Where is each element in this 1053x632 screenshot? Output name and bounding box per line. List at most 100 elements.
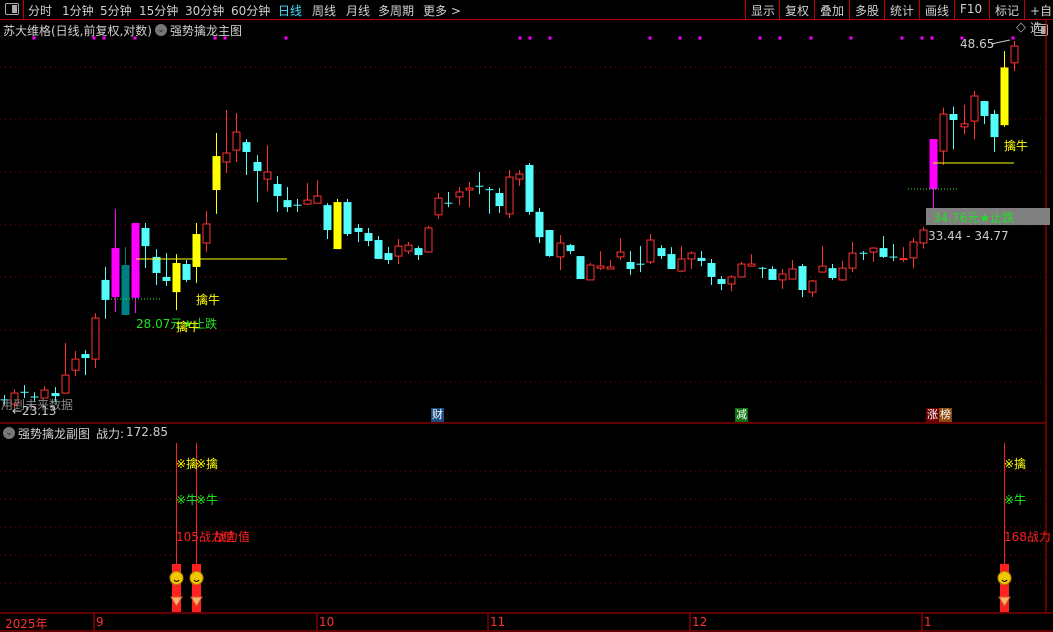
candle-body bbox=[889, 256, 898, 258]
signal-dot bbox=[32, 36, 36, 40]
candle-body bbox=[81, 354, 90, 359]
candle-body bbox=[707, 263, 716, 277]
candle-body bbox=[626, 261, 635, 269]
signal-dot bbox=[518, 36, 522, 40]
candle-body bbox=[20, 391, 29, 393]
candle-body bbox=[343, 202, 352, 235]
qin-signal-3: ※擒 bbox=[1004, 457, 1027, 471]
smiley-icon bbox=[189, 571, 204, 585]
candle-body bbox=[970, 95, 979, 122]
signal-dot bbox=[223, 36, 227, 40]
stop-fall-label-2: 34.76元★止跌 bbox=[933, 211, 1015, 225]
signal-dot bbox=[809, 36, 813, 40]
candle-body bbox=[162, 276, 171, 281]
candle-body bbox=[414, 248, 423, 256]
candle-body bbox=[687, 252, 696, 260]
candle-body bbox=[646, 239, 655, 263]
candle-body bbox=[91, 317, 100, 360]
candle-body bbox=[404, 244, 413, 252]
month-label-1: 1 bbox=[924, 615, 932, 629]
candle-body bbox=[798, 266, 807, 290]
event-badge-limit-up[interactable]: 涨 bbox=[926, 408, 939, 422]
month-label-9: 9 bbox=[96, 615, 104, 629]
candle-body bbox=[495, 193, 504, 207]
candle-body bbox=[61, 374, 70, 394]
smiley-icon bbox=[169, 571, 184, 585]
candle-body bbox=[515, 173, 524, 180]
sub-indicator-name[interactable]: 强势擒龙副图 bbox=[18, 425, 90, 442]
candle-body bbox=[919, 229, 928, 244]
candle-body bbox=[71, 358, 80, 371]
niu-signal-3: ※牛 bbox=[1004, 493, 1027, 507]
signal-dot bbox=[900, 36, 904, 40]
candle-body bbox=[980, 101, 989, 116]
candle-body bbox=[697, 257, 706, 261]
candle-body bbox=[323, 205, 332, 231]
qin-signal-2: ※擒 bbox=[196, 457, 219, 471]
candle-body bbox=[949, 114, 958, 121]
candle-body bbox=[455, 191, 464, 198]
smiley-icon bbox=[997, 571, 1012, 585]
candle-body bbox=[576, 256, 585, 280]
candle-body bbox=[535, 211, 544, 238]
signal-dot bbox=[213, 36, 217, 40]
candle-body bbox=[232, 131, 241, 151]
candle-body bbox=[283, 200, 292, 208]
signal-dot bbox=[930, 36, 934, 40]
candle-body bbox=[667, 254, 676, 269]
candle-body bbox=[960, 123, 969, 128]
candle-body bbox=[909, 241, 918, 259]
candle-body bbox=[434, 197, 443, 216]
candle-body bbox=[990, 114, 999, 138]
signal-dot bbox=[1011, 36, 1015, 40]
signal-dot bbox=[528, 36, 532, 40]
candle-body bbox=[788, 268, 797, 280]
power-label: 战力: bbox=[96, 427, 125, 441]
power-text-3: 168战力 bbox=[1004, 530, 1051, 544]
candle-body bbox=[606, 266, 615, 270]
signal-dot bbox=[778, 36, 782, 40]
signal-dot bbox=[92, 36, 96, 40]
candle-body bbox=[717, 279, 726, 284]
candle-body bbox=[758, 267, 767, 269]
candle-body bbox=[505, 176, 514, 215]
candle-body bbox=[364, 233, 373, 242]
candle-body bbox=[677, 258, 686, 272]
candle-body bbox=[212, 156, 221, 191]
sub-indicator-dropdown-icon[interactable]: ⌄ bbox=[3, 427, 15, 439]
candle-body bbox=[313, 195, 322, 204]
candle-body bbox=[1000, 67, 1009, 126]
candle-body bbox=[778, 273, 787, 281]
candle-body bbox=[141, 227, 150, 247]
candle-body bbox=[384, 253, 393, 260]
candle-body bbox=[818, 265, 827, 273]
candle-body bbox=[354, 227, 363, 232]
candle-body bbox=[424, 227, 433, 253]
candle-body bbox=[374, 240, 383, 259]
candle-body bbox=[394, 245, 403, 257]
candle-body bbox=[929, 139, 938, 190]
candle-body bbox=[485, 189, 494, 191]
event-badge-finance[interactable]: 财 bbox=[431, 408, 444, 422]
candle-body bbox=[202, 223, 211, 244]
candle-body bbox=[657, 248, 666, 257]
candle-body bbox=[465, 187, 474, 191]
signal-dot bbox=[548, 36, 552, 40]
candle-body bbox=[859, 252, 868, 254]
candle-body bbox=[131, 223, 140, 298]
event-badge-ranking[interactable]: 榜 bbox=[939, 408, 952, 422]
candle-body bbox=[242, 142, 251, 153]
power-value: 172.85 bbox=[126, 425, 168, 439]
candle-body bbox=[273, 183, 282, 197]
signal-dot bbox=[849, 36, 853, 40]
signal-dot bbox=[284, 36, 288, 40]
month-label-11: 11 bbox=[490, 615, 506, 629]
candle-body bbox=[768, 268, 777, 280]
candle-body bbox=[182, 264, 191, 280]
signal-label-3: 擒牛 bbox=[1004, 139, 1029, 153]
month-label-10: 10 bbox=[319, 615, 335, 629]
event-badge-reduce[interactable]: 减 bbox=[735, 408, 748, 422]
candle-body bbox=[727, 276, 736, 285]
niu-signal-1: ※牛 bbox=[176, 493, 199, 507]
signal-dot bbox=[102, 36, 106, 40]
